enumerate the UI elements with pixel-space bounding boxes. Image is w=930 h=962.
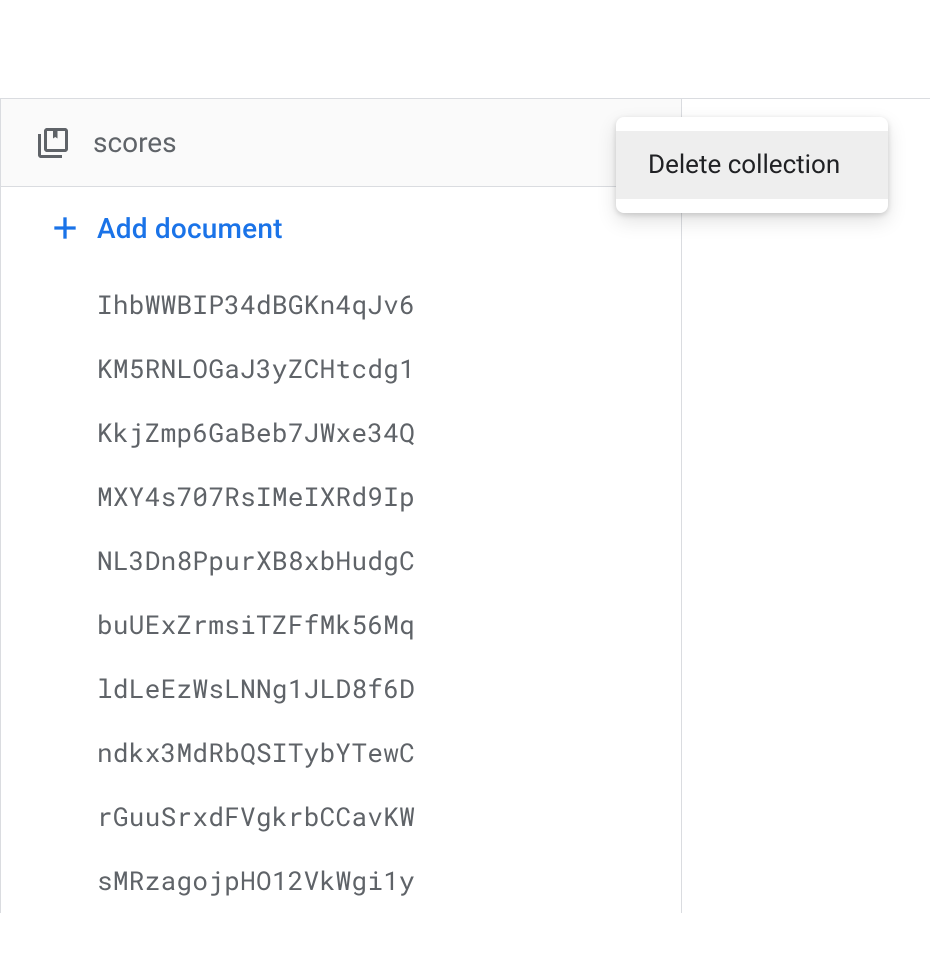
collection-name-label: scores xyxy=(93,126,617,159)
document-item[interactable]: buUExZrmsiTZFfMk56Mq xyxy=(1,593,681,657)
delete-collection-label: Delete collection xyxy=(648,150,840,180)
document-id-label: ldLeEzWsLNNg1JLD8f6D xyxy=(97,672,415,706)
document-id-label: NL3Dn8PpurXB8xbHudgC xyxy=(97,544,415,578)
collection-icon xyxy=(35,125,71,161)
document-id-label: IhbWWBIP34dBGKn4qJv6 xyxy=(97,288,415,322)
document-id-label: MXY4s707RsIMeIXRd9Ip xyxy=(97,480,415,514)
delete-collection-menu-item[interactable]: Delete collection xyxy=(616,131,888,199)
document-id-label: KkjZmp6GaBeb7JWxe34Q xyxy=(97,416,415,450)
document-item[interactable]: ndkx3MdRbQSITybYTewC xyxy=(1,721,681,785)
collection-panel-header: scores xyxy=(1,99,681,187)
document-item[interactable]: MXY4s707RsIMeIXRd9Ip xyxy=(1,465,681,529)
document-item[interactable]: rGuuSrxdFVgkrbCCavKW xyxy=(1,785,681,849)
document-item[interactable]: ldLeEzWsLNNg1JLD8f6D xyxy=(1,657,681,721)
document-id-label: KM5RNLOGaJ3yZCHtcdg1 xyxy=(97,352,415,386)
document-item[interactable]: sMRzagojpHO12VkWgi1y xyxy=(1,849,681,913)
document-item[interactable]: KM5RNLOGaJ3yZCHtcdg1 xyxy=(1,337,681,401)
panel-container: scores Add document IhbWWBIP34dBGKn4qJv6… xyxy=(0,98,930,913)
document-id-label: ndkx3MdRbQSITybYTewC xyxy=(97,736,415,770)
plus-icon xyxy=(49,212,81,244)
document-list: IhbWWBIP34dBGKn4qJv6 KM5RNLOGaJ3yZCHtcdg… xyxy=(1,269,681,913)
context-menu: Delete collection xyxy=(616,117,888,213)
document-id-label: sMRzagojpHO12VkWgi1y xyxy=(97,864,415,898)
document-item[interactable]: NL3Dn8PpurXB8xbHudgC xyxy=(1,529,681,593)
document-id-label: buUExZrmsiTZFfMk56Mq xyxy=(97,608,415,642)
collection-panel: scores Add document IhbWWBIP34dBGKn4qJv6… xyxy=(0,99,682,913)
top-spacer xyxy=(0,0,930,98)
add-document-label: Add document xyxy=(97,212,283,245)
document-item[interactable]: IhbWWBIP34dBGKn4qJv6 xyxy=(1,273,681,337)
document-item[interactable]: KkjZmp6GaBeb7JWxe34Q xyxy=(1,401,681,465)
add-document-button[interactable]: Add document xyxy=(1,187,681,269)
document-id-label: rGuuSrxdFVgkrbCCavKW xyxy=(97,800,415,834)
